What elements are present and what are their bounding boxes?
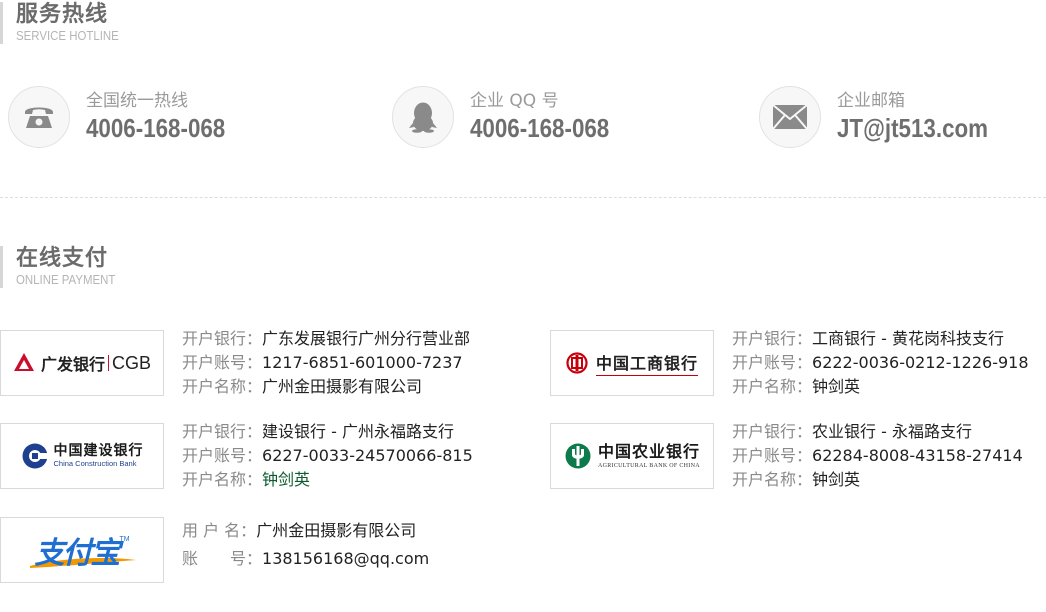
ccb-logo: 中国建设银行 China Construction Bank [0, 423, 164, 489]
alipay-tm: TM [119, 536, 130, 543]
qq-label: 企业 QQ 号 [470, 91, 559, 111]
cgb-logo-icon [13, 353, 34, 371]
phone-icon [8, 86, 70, 148]
hotline-phone: 全国统一热线 4006-168-068 [8, 86, 248, 148]
hotline-qq: 企业 QQ 号 4006-168-068 [392, 86, 632, 148]
bank-row: 开户账号：62284-8008-43158-27414 [732, 446, 1023, 465]
bank-row: 开户名称：钟剑英 [732, 470, 861, 489]
bank-row: 开户银行：工商银行 - 黄花岗科技支行 [732, 329, 1004, 348]
alipay-logo: 支付宝 TM [0, 517, 164, 583]
bank-row: 开户银行：农业银行 - 永福路支行 [732, 422, 972, 441]
qq-icon [392, 86, 454, 148]
abc-logo-icon [565, 443, 591, 469]
bank-card-icbc: 中国工商银行 开户银行：工商银行 - 黄花岗科技支行 开户账号：6222-003… [550, 329, 1029, 399]
icbc-logo-icon [566, 352, 588, 374]
ccb-logo-text2: China Construction Bank [53, 459, 137, 469]
icbc-logo: 中国工商银行 [550, 330, 714, 396]
cgb-logo-text: 广发银行 [40, 355, 105, 374]
online-payment-header: 在线支付 ONLINE PAYMENT [0, 246, 129, 288]
bank-card-cgb: 广发银行 CGB 开户银行：广东发展银行广州分行营业部 开户账号：1217-68… [0, 329, 471, 399]
bank-row: 开户账号：1217-6851-601000-7237 [182, 353, 463, 372]
email-label: 企业邮箱 [837, 91, 905, 111]
email-address[interactable]: JT@jt513.com [837, 112, 988, 144]
bank-row: 开户银行：建设银行 - 广州永福路支行 [182, 422, 454, 441]
section-title: 在线支付 [16, 246, 109, 271]
section-subtitle: ONLINE PAYMENT [16, 272, 116, 287]
mail-icon [759, 86, 821, 148]
cgb-logo: 广发银行 CGB [0, 330, 164, 396]
section-title: 服务热线 [16, 2, 109, 27]
bank-card-ccb: 中国建设银行 China Construction Bank 开户银行：建设银行… [0, 422, 473, 492]
abc-logo-text: 中国农业银行 [597, 441, 700, 461]
alipay-logo-text: 支付宝 [34, 536, 120, 571]
service-hotline-header: 服务热线 SERVICE HOTLINE [0, 2, 133, 44]
bank-row: 开户名称：钟剑英 [732, 377, 861, 396]
section-subtitle: SERVICE HOTLINE [16, 28, 119, 43]
bank-row: 开户名称：广州金田摄影有限公司 [182, 377, 423, 396]
abc-logo: 中国农业银行 AGRICULTURAL BANK OF CHINA [550, 423, 714, 489]
bank-row: 开户账号：6227-0033-24570066-815 [182, 446, 473, 465]
bank-row: 账 号：138156168@qq.com [182, 549, 430, 568]
bank-card-alipay: 支付宝 TM 用 户 名：广州金田摄影有限公司 账 号：138156168@qq… [0, 517, 429, 583]
icbc-logo-text: 中国工商银行 [595, 353, 698, 373]
ccb-logo-text: 中国建设银行 [53, 443, 144, 460]
abc-logo-text2: AGRICULTURAL BANK OF CHINA [597, 462, 700, 469]
ccb-logo-icon [22, 443, 49, 469]
bank-row: 开户名称：钟剑英 [182, 470, 311, 489]
bank-row: 开户账号：6222-0036-0212-1226-918 [732, 353, 1029, 372]
hotline-label: 全国统一热线 [86, 91, 188, 111]
bank-card-abc: 中国农业银行 AGRICULTURAL BANK OF CHINA 开户银行：农… [550, 422, 1023, 492]
hotline-number[interactable]: 4006-168-068 [86, 112, 225, 144]
qq-number[interactable]: 4006-168-068 [470, 112, 609, 144]
section-divider [0, 197, 1046, 198]
bank-row: 用 户 名：广州金田摄影有限公司 [182, 521, 417, 540]
bank-row: 开户银行：广东发展银行广州分行营业部 [182, 329, 471, 348]
hotline-email: 企业邮箱 JT@jt513.com [759, 86, 1013, 148]
cgb-logo-text2: CGB [112, 352, 152, 373]
